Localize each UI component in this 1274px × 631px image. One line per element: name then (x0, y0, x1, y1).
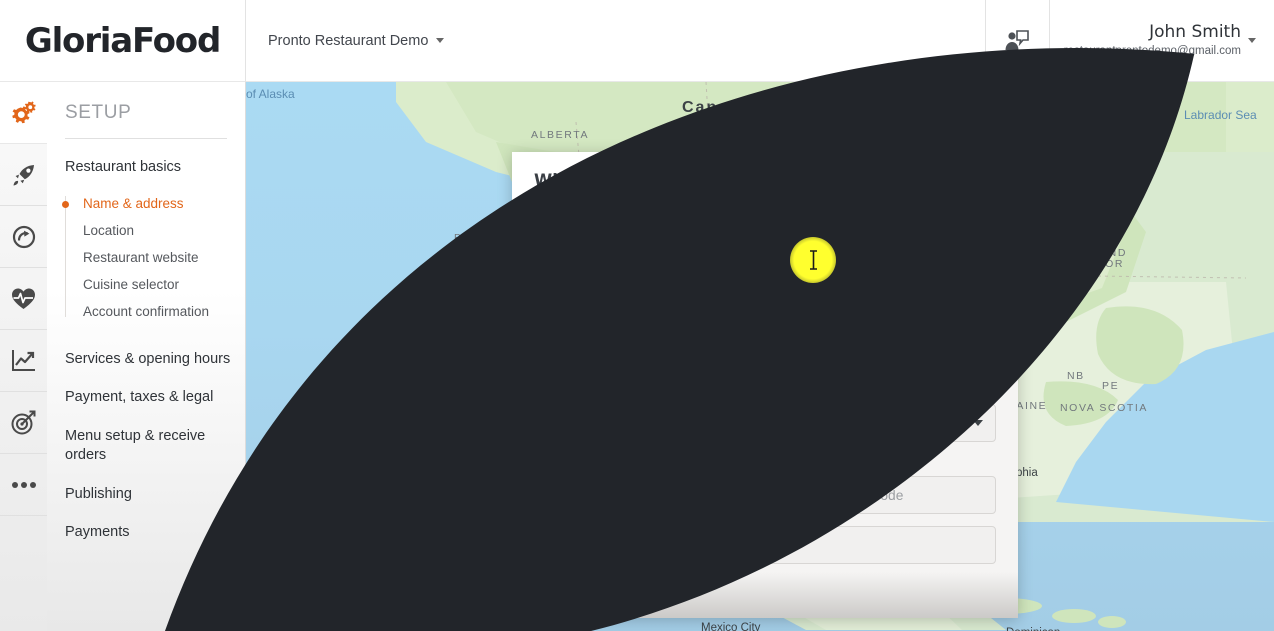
leaf-icon (165, 48, 1195, 631)
rail-item-promote[interactable] (0, 206, 47, 268)
text-cursor-icon (809, 250, 817, 270)
line-chart-icon (12, 350, 35, 371)
heart-pulse-icon (12, 288, 35, 309)
icon-rail (0, 82, 47, 631)
rail-item-more[interactable] (0, 454, 47, 516)
application-window: of AlaskaCanadaALBERTAMANITOBABRITISH CO… (0, 0, 1274, 631)
click-highlight (790, 237, 836, 283)
rail-item-setup[interactable] (0, 82, 47, 144)
rail-item-reports[interactable] (0, 330, 47, 392)
rail-item-marketing[interactable] (0, 392, 47, 454)
rail-item-health[interactable] (0, 268, 47, 330)
gears-icon (11, 100, 36, 123)
arrow-circle-icon (12, 225, 35, 248)
ellipsis-icon (11, 481, 36, 488)
rail-item-grow[interactable] (0, 144, 47, 206)
target-icon (11, 410, 36, 435)
brand-logo[interactable]: GloriaFood (0, 0, 1195, 631)
active-bullet-icon (62, 200, 69, 208)
top-header: GloriaFood Pronto Restaurant Demo John S… (0, 0, 1274, 631)
rocket-icon (13, 164, 34, 185)
